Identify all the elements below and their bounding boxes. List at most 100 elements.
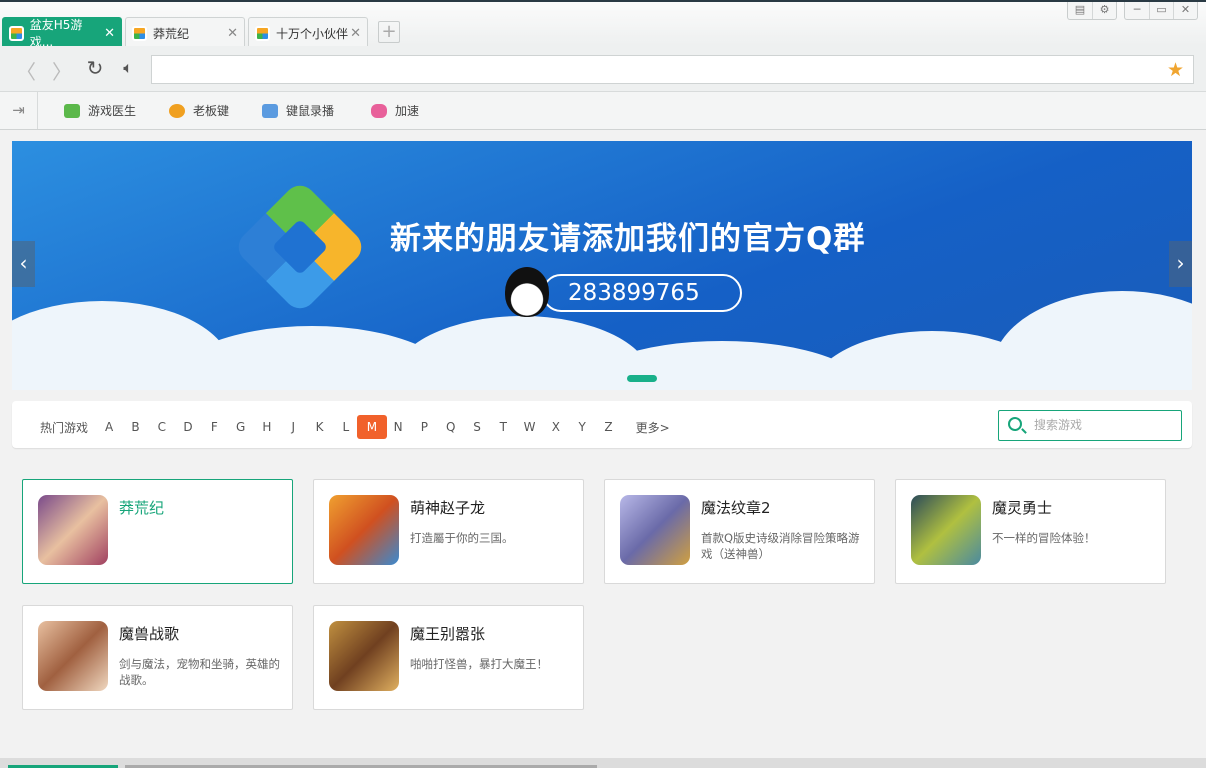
site-favicon-icon: [132, 25, 147, 41]
filter-hot-games[interactable]: 热门游戏: [40, 419, 88, 436]
bookmark-star-icon[interactable]: ★: [1167, 59, 1184, 81]
game-title: 萌神赵子龙: [410, 499, 486, 517]
forward-icon[interactable]: 〉: [50, 56, 74, 85]
eye-icon: [169, 103, 185, 118]
maximize-icon[interactable]: ▭: [1149, 2, 1173, 19]
game-title: 莽荒纪: [119, 499, 165, 517]
search-icon: [1008, 417, 1022, 431]
feedback-icon[interactable]: ▤: [1068, 2, 1092, 19]
filter-letter-j[interactable]: J: [280, 420, 306, 434]
game-card[interactable]: 莽荒纪: [22, 479, 293, 584]
game-title: 魔王别嚣张: [410, 625, 486, 643]
filter-letter-w[interactable]: W: [516, 420, 542, 434]
tab-h5-games[interactable]: 盆友H5游戏... ✕: [2, 17, 122, 49]
nav-bar: 〈 〉 ↻ 🔈︎ ★: [0, 46, 1206, 92]
filter-more-link[interactable]: 更多>: [636, 419, 670, 436]
search-input[interactable]: 搜索游戏: [998, 410, 1182, 441]
medkit-icon: [64, 103, 80, 118]
filter-letter-q[interactable]: Q: [438, 420, 464, 434]
window-controls: ─ ▭ ✕: [1124, 2, 1198, 20]
filter-letter-h[interactable]: H: [254, 420, 280, 434]
game-thumbnail: [620, 495, 690, 565]
filter-letter-n[interactable]: N: [385, 420, 411, 434]
game-card[interactable]: 魔王别嚣张啪啪打怪兽，暴打大魔王！: [313, 605, 584, 710]
site-favicon-icon: [255, 25, 270, 41]
close-tab-icon[interactable]: ✕: [227, 26, 238, 41]
game-title: 魔法纹章2: [701, 499, 771, 517]
tool-macro-record[interactable]: 键鼠录播: [262, 102, 334, 119]
game-card[interactable]: 魔灵勇士不一样的冒险体验！: [895, 479, 1166, 584]
settings-gear-icon[interactable]: ⚙: [1092, 2, 1116, 19]
game-card[interactable]: 萌神赵子龙打造屬于你的三国。: [313, 479, 584, 584]
filter-letter-z[interactable]: Z: [595, 420, 621, 434]
qq-penguin-icon: [505, 267, 549, 317]
close-window-icon[interactable]: ✕: [1173, 2, 1197, 19]
search-placeholder: 搜索游戏: [1034, 418, 1083, 432]
game-thumbnail: [38, 621, 108, 691]
close-tab-icon[interactable]: ✕: [104, 26, 115, 41]
qq-group-number: 283899765: [542, 274, 742, 312]
tool-label: 游戏医生: [88, 104, 137, 118]
carousel-indicator[interactable]: [627, 375, 657, 382]
address-bar[interactable]: ★: [151, 55, 1194, 84]
banner-next-button[interactable]: ›: [1169, 241, 1192, 287]
banner-carousel[interactable]: 新来的朋友请添加我们的官方Q群 283899765 ‹ ›: [12, 141, 1192, 390]
filter-letter-g[interactable]: G: [228, 420, 254, 434]
tool-boss-key[interactable]: 老板键: [169, 102, 229, 119]
tool-label: 键鼠录播: [286, 104, 335, 118]
filter-letter-y[interactable]: Y: [569, 420, 595, 434]
game-thumbnail: [911, 495, 981, 565]
game-description: 啪啪打怪兽，暴打大魔王！: [410, 657, 548, 671]
horizontal-scrollbar[interactable]: [0, 758, 1206, 768]
keyboard-mouse-icon: [262, 103, 278, 118]
minimize-icon[interactable]: ─: [1125, 2, 1149, 19]
banner-prev-button[interactable]: ‹: [12, 241, 35, 287]
new-tab-button[interactable]: +: [378, 21, 400, 43]
app-logo-icon: [232, 179, 368, 315]
site-favicon-icon: [9, 25, 24, 41]
game-title: 魔兽战歌: [119, 625, 180, 643]
tab-manghuangji[interactable]: 莽荒纪 ✕: [125, 17, 245, 48]
filter-letter-k[interactable]: K: [306, 420, 332, 434]
filter-letter-s[interactable]: S: [464, 420, 490, 434]
filter-letter-p[interactable]: P: [411, 420, 437, 434]
tab-bar: 盆友H5游戏... ✕ 莽荒纪 ✕ 十万个小伙伴 ✕ + ▤ ⚙ ─ ▭ ✕: [0, 0, 1206, 49]
game-title: 魔灵勇士: [992, 499, 1053, 517]
tool-label: 老板键: [193, 104, 230, 118]
banner-headline: 新来的朋友请添加我们的官方Q群: [390, 221, 866, 257]
tab-label: 十万个小伙伴: [276, 26, 349, 41]
tab-label: 莽荒纪: [153, 26, 190, 41]
tool-game-doctor[interactable]: 游戏医生: [64, 102, 136, 119]
toolbar: ⇥ 游戏医生 老板键 键鼠录播 加速: [0, 92, 1206, 130]
tab-shiwan[interactable]: 十万个小伙伴 ✕: [248, 17, 368, 48]
filter-letter-f[interactable]: F: [201, 420, 227, 434]
tool-speedup[interactable]: 加速: [371, 102, 419, 119]
sound-icon[interactable]: 🔈︎: [116, 58, 140, 78]
back-icon[interactable]: 〈: [14, 56, 38, 85]
game-card[interactable]: 魔兽战歌剑与魔法，宠物和坐骑，英雄的战歌。: [22, 605, 293, 710]
gamepad-icon: [371, 103, 387, 118]
filter-letter-l[interactable]: L: [333, 420, 359, 434]
game-card[interactable]: 魔法纹章2 首款Q版史诗级消除冒险策略游戏（送神兽）: [604, 479, 875, 584]
filter-letter-x[interactable]: X: [543, 420, 569, 434]
filter-letter-c[interactable]: C: [149, 420, 175, 434]
filter-letter-a[interactable]: A: [96, 420, 122, 434]
game-thumbnail: [329, 495, 399, 565]
game-description: 剑与魔法，宠物和坐骑，英雄的战歌。: [119, 657, 280, 687]
close-tab-icon[interactable]: ✕: [350, 26, 361, 41]
extra-buttons: ▤ ⚙: [1067, 2, 1117, 20]
sidebar-toggle-icon[interactable]: ⇥: [0, 92, 38, 129]
filter-letter-d[interactable]: D: [175, 420, 201, 434]
filter-letter-m[interactable]: M: [356, 415, 387, 439]
game-description: 不一样的冒险体验！: [992, 531, 1096, 545]
game-thumbnail: [329, 621, 399, 691]
game-thumbnail: [38, 495, 108, 565]
filter-letter-t[interactable]: T: [490, 420, 516, 434]
game-description: 首款Q版史诗级消除冒险策略游戏（送神兽）: [701, 531, 860, 561]
tab-label: 盆友H5游戏...: [29, 18, 83, 49]
reload-icon[interactable]: ↻: [83, 56, 107, 80]
filter-letter-b[interactable]: B: [122, 420, 148, 434]
letter-filter-bar: 热门游戏 A B C D F G H J K L M N P Q S T W X Y Z 更多> 搜索游戏: [12, 401, 1192, 448]
tool-label: 加速: [395, 104, 420, 118]
game-description: 打造屬于你的三国。: [410, 531, 514, 545]
